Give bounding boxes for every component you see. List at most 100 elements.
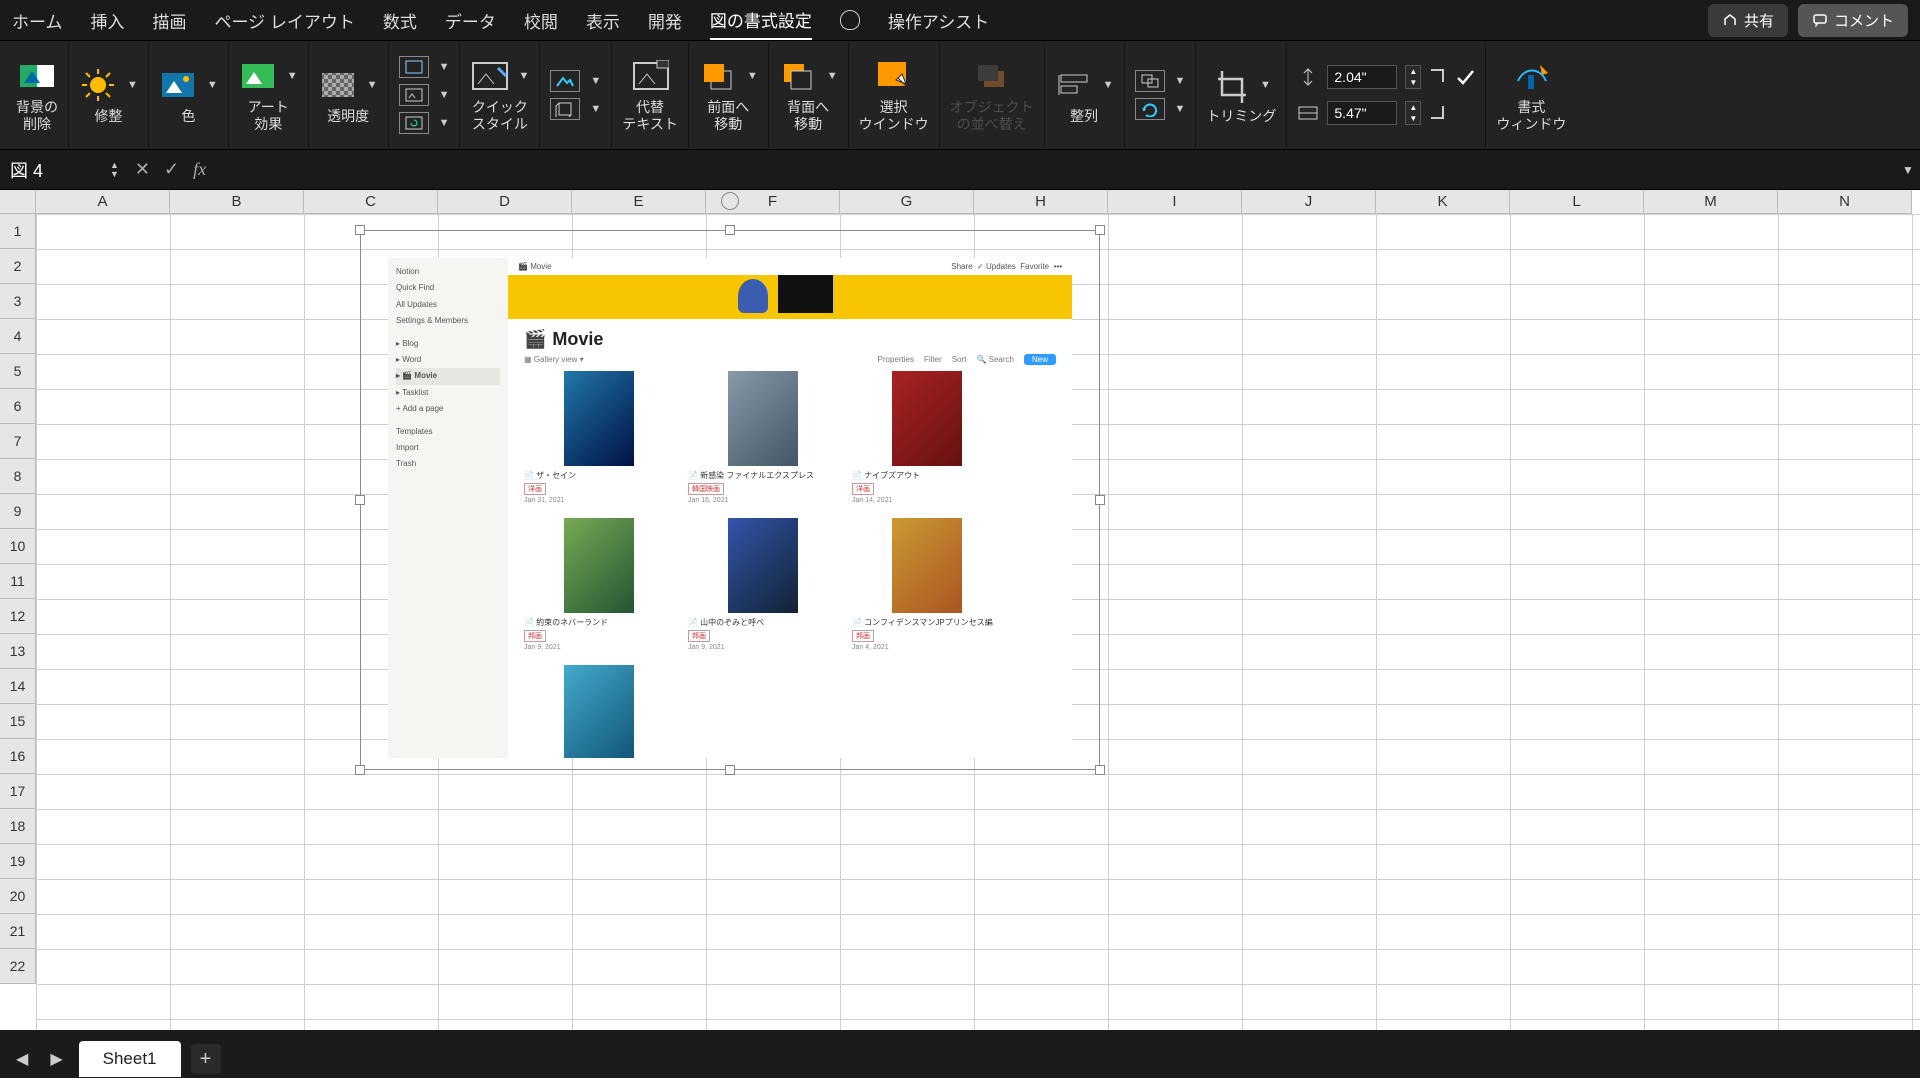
resize-handle[interactable]: [1095, 765, 1105, 775]
tab-home[interactable]: ホーム: [12, 2, 63, 39]
tab-review[interactable]: 校閲: [524, 2, 558, 39]
row-header[interactable]: 15: [0, 704, 36, 739]
row-header[interactable]: 17: [0, 774, 36, 809]
add-sheet-button[interactable]: +: [191, 1044, 221, 1074]
comment-button[interactable]: コメント: [1798, 4, 1908, 37]
commit-check-icon[interactable]: [1455, 67, 1475, 87]
group-color[interactable]: ▼ 色: [149, 41, 229, 149]
row-header[interactable]: 3: [0, 284, 36, 319]
tab-draw[interactable]: 描画: [153, 2, 187, 39]
rotate-handle[interactable]: [721, 192, 739, 210]
tab-insert[interactable]: 挿入: [91, 2, 125, 39]
reset-picture-icon[interactable]: [399, 112, 429, 134]
group-objects-icon[interactable]: [1135, 70, 1165, 92]
row-header[interactable]: 20: [0, 879, 36, 914]
picture-border-icon[interactable]: [550, 70, 580, 92]
worksheet-grid[interactable]: ABCDEFGHIJKLMN 1234567891011121314151617…: [0, 190, 1920, 1030]
row-header[interactable]: 2: [0, 249, 36, 284]
row-header[interactable]: 11: [0, 564, 36, 599]
sheet-tab[interactable]: Sheet1: [79, 1041, 181, 1077]
select-all-corner[interactable]: [0, 190, 36, 214]
share-button[interactable]: 共有: [1708, 4, 1788, 37]
column-header[interactable]: N: [1778, 190, 1912, 214]
row-header[interactable]: 12: [0, 599, 36, 634]
group-corrections[interactable]: ▼ 修整: [69, 41, 149, 149]
resize-handle[interactable]: [355, 225, 365, 235]
row-header[interactable]: 13: [0, 634, 36, 669]
group-artistic[interactable]: ▼ アート 効果: [229, 41, 309, 149]
resize-handle[interactable]: [355, 765, 365, 775]
sheet-nav-next[interactable]: ▶: [44, 1045, 68, 1073]
cancel-icon[interactable]: ✕: [135, 159, 150, 180]
column-header[interactable]: H: [974, 190, 1108, 214]
row-header[interactable]: 7: [0, 424, 36, 459]
column-header[interactable]: A: [36, 190, 170, 214]
column-header[interactable]: G: [840, 190, 974, 214]
group-align[interactable]: ▼ 整列: [1045, 41, 1125, 149]
column-header[interactable]: B: [170, 190, 304, 214]
column-header[interactable]: I: [1108, 190, 1242, 214]
resize-handle[interactable]: [1095, 225, 1105, 235]
width-field[interactable]: [1327, 101, 1397, 125]
tab-developer[interactable]: 開発: [648, 2, 682, 39]
tell-me[interactable]: 操作アシスト: [888, 2, 989, 39]
group-quick-style[interactable]: ▼ クイック スタイル: [460, 41, 540, 149]
column-header[interactable]: K: [1376, 190, 1510, 214]
row-header[interactable]: 4: [0, 319, 36, 354]
row-header[interactable]: 16: [0, 739, 36, 774]
formula-bar[interactable]: [216, 150, 1896, 189]
row-header[interactable]: 8: [0, 459, 36, 494]
column-header[interactable]: C: [304, 190, 438, 214]
row-header[interactable]: 14: [0, 669, 36, 704]
sheet-nav-prev[interactable]: ◀: [10, 1045, 34, 1073]
group-crop[interactable]: ▼ トリミング: [1196, 41, 1287, 149]
row-header[interactable]: 19: [0, 844, 36, 879]
change-picture-icon[interactable]: [399, 84, 429, 106]
resize-handle[interactable]: [725, 225, 735, 235]
height-field[interactable]: [1327, 65, 1397, 89]
row-header[interactable]: 6: [0, 389, 36, 424]
tab-page-layout[interactable]: ページ レイアウト: [215, 2, 355, 39]
row-header[interactable]: 21: [0, 914, 36, 949]
name-box[interactable]: [0, 159, 110, 180]
resize-handle[interactable]: [1095, 495, 1105, 505]
row-header[interactable]: 22: [0, 949, 36, 984]
formula-expand-icon[interactable]: ▼: [1896, 163, 1920, 177]
row-header[interactable]: 5: [0, 354, 36, 389]
row-header[interactable]: 1: [0, 214, 36, 249]
group-transparency[interactable]: ▼ 透明度: [309, 41, 389, 149]
row-header[interactable]: 9: [0, 494, 36, 529]
notion-templates: Templates: [396, 424, 500, 440]
tab-view[interactable]: 表示: [586, 2, 620, 39]
compress-icon[interactable]: [399, 56, 429, 78]
row-header[interactable]: 18: [0, 809, 36, 844]
column-header[interactable]: J: [1242, 190, 1376, 214]
group-format-pane[interactable]: 書式 ウィンドウ: [1486, 41, 1576, 149]
namebox-stepper[interactable]: ▲▼: [110, 161, 119, 179]
column-header[interactable]: M: [1644, 190, 1778, 214]
width-stepper[interactable]: ▲▼: [1405, 101, 1421, 125]
group-remove-bg[interactable]: 背景の 削除: [6, 41, 69, 149]
notion-settings: Settings & Members: [396, 313, 500, 329]
column-header[interactable]: E: [572, 190, 706, 214]
group-send-backward[interactable]: ▼ 背面へ 移動: [769, 41, 849, 149]
picture-effects-icon[interactable]: [550, 98, 580, 120]
enter-icon[interactable]: ✓: [164, 159, 179, 180]
column-header[interactable]: L: [1510, 190, 1644, 214]
tab-picture-format[interactable]: 図の書式設定: [710, 1, 812, 40]
tab-formulas[interactable]: 数式: [383, 2, 417, 39]
embedded-picture[interactable]: Notion Quick Find All Updates Settings &…: [360, 230, 1100, 770]
resize-handle[interactable]: [725, 765, 735, 775]
resize-handle[interactable]: [355, 495, 365, 505]
group-group-rotate: ▼ ▼: [1125, 41, 1197, 149]
height-stepper[interactable]: ▲▼: [1405, 65, 1421, 89]
column-header[interactable]: D: [438, 190, 572, 214]
group-alt-text[interactable]: 代替 テキスト: [612, 41, 689, 149]
comment-label: コメント: [1834, 10, 1894, 31]
group-selection-pane[interactable]: 選択 ウインドウ: [849, 41, 940, 149]
fx-icon[interactable]: fx: [193, 159, 206, 180]
tab-data[interactable]: データ: [445, 2, 496, 39]
group-bring-forward[interactable]: ▼ 前面へ 移動: [689, 41, 769, 149]
rotate-icon[interactable]: [1135, 98, 1165, 120]
row-header[interactable]: 10: [0, 529, 36, 564]
